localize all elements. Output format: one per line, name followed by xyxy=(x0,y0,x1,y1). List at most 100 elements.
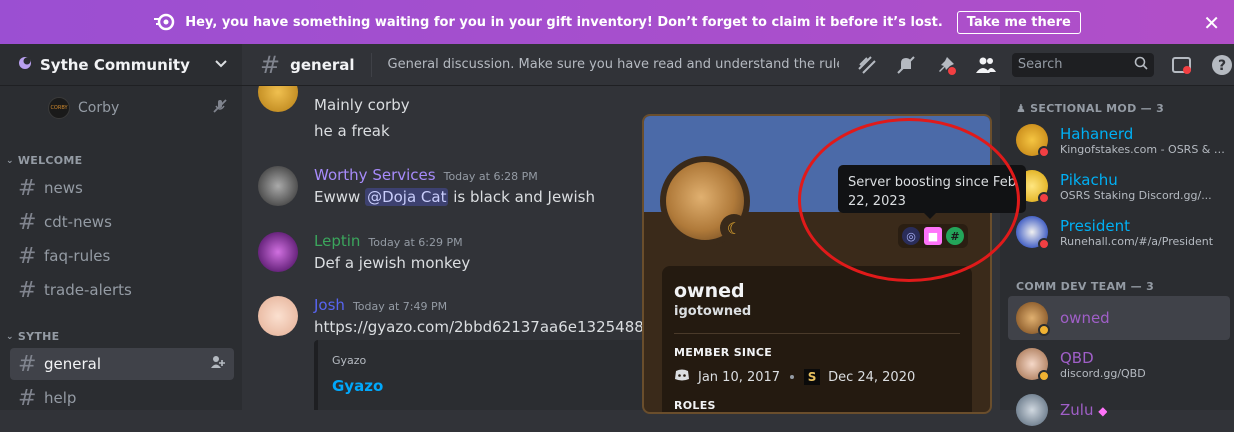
member-item[interactable]: Hahanerd Kingofstakes.com - OSRS & R... xyxy=(1008,118,1230,162)
category-welcome[interactable]: ⌄ WELCOME xyxy=(6,154,83,167)
member-name: owned xyxy=(1060,309,1110,327)
message-text: Mainly corby xyxy=(314,96,410,114)
boost-gem-icon: ◆ xyxy=(1098,404,1108,418)
hash-icon: # xyxy=(18,243,37,269)
profile-username: igotowned xyxy=(674,304,752,319)
discord-join-date: Jan 10, 2017 xyxy=(698,369,781,385)
channel-label: general xyxy=(44,355,102,373)
notification-bell-muted-icon[interactable] xyxy=(895,53,919,77)
member-list: ♟ SECTIONAL MOD — 3 Hahanerd Kingofstake… xyxy=(1000,86,1234,426)
boost-tooltip: Server boosting since Feb 22, 2023 xyxy=(838,165,1026,219)
channel-faq-rules[interactable]: # faq-rules xyxy=(10,240,234,272)
search-placeholder: Search xyxy=(1017,57,1063,72)
avatar[interactable] xyxy=(258,232,298,272)
member-name: Pikachu xyxy=(1060,170,1118,189)
member-item[interactable]: Pikachu OSRS Staking Discord.gg/... xyxy=(1008,164,1230,208)
dnd-status-icon xyxy=(1038,146,1050,158)
message-text: Def a jewish monkey xyxy=(314,254,471,272)
message-author[interactable]: Leptin xyxy=(314,232,360,250)
channel-label: trade-alerts xyxy=(44,281,132,299)
member-name: Zulu ◆ xyxy=(1060,401,1107,419)
channel-label: faq-rules xyxy=(44,247,111,265)
hash-icon: # xyxy=(18,175,37,201)
member-list-icon[interactable] xyxy=(974,53,998,77)
muted-icon xyxy=(212,98,228,118)
message-link[interactable]: https://gyazo.com/2bbd62137aa6e132548898… xyxy=(314,318,691,336)
user-mention[interactable]: @Doja Cat xyxy=(365,188,449,206)
member-item-selected[interactable]: owned xyxy=(1008,296,1230,340)
search-icon xyxy=(1134,56,1149,74)
svg-text:?: ? xyxy=(1218,58,1226,74)
hash-icon: # xyxy=(18,351,37,377)
chevron-down-icon[interactable] xyxy=(214,56,228,74)
member-since-row: Jan 10, 2017 S Dec 24, 2020 xyxy=(674,369,960,385)
roles-heading: ROLES xyxy=(674,399,716,412)
gift-banner: Hey, you have something waiting for you … xyxy=(0,0,1234,44)
close-icon[interactable]: ✕ xyxy=(1203,11,1220,35)
idle-status-icon: ☾ xyxy=(720,214,748,242)
channel-label: help xyxy=(44,389,77,407)
message-author[interactable]: Worthy Services xyxy=(314,166,436,184)
role-header-label: SECTIONAL MOD — 3 xyxy=(1030,102,1165,115)
server-header[interactable]: Sythe Community xyxy=(0,44,242,86)
hypesquad-badge-icon[interactable]: ◎ xyxy=(902,227,920,245)
avatar[interactable] xyxy=(258,166,298,206)
channel-trade-alerts[interactable]: # trade-alerts xyxy=(10,274,234,306)
help-icon[interactable]: ? xyxy=(1210,53,1234,77)
pin-icon[interactable] xyxy=(934,53,958,77)
hash-icon: # xyxy=(18,385,37,411)
member-item[interactable]: QBD discord.gg/QBD xyxy=(1008,342,1230,386)
avatar xyxy=(1016,394,1048,426)
channel-topic[interactable]: General discussion. Make sure you have r… xyxy=(388,57,839,72)
hash-icon: # xyxy=(18,277,37,303)
message-author[interactable]: Josh xyxy=(314,296,345,314)
message-text: Ewww @Doja Cat is black and Jewish xyxy=(314,188,595,206)
member-status: Kingofstakes.com - OSRS & R... xyxy=(1060,142,1228,156)
message-text-part: Ewww xyxy=(314,188,366,206)
add-user-icon[interactable] xyxy=(210,354,226,374)
avatar xyxy=(1016,124,1050,158)
profile-display-name: owned xyxy=(674,280,745,302)
voice-user-name: Corby xyxy=(78,100,120,116)
dnd-status-icon xyxy=(1038,192,1050,204)
threads-icon[interactable] xyxy=(855,53,879,77)
category-label: WELCOME xyxy=(17,154,83,167)
idle-status-icon xyxy=(1038,370,1050,382)
channel-cdt-news[interactable]: # cdt-news xyxy=(10,206,234,238)
server-boost-badge-icon[interactable]: ■ xyxy=(924,227,942,245)
channel-general[interactable]: # general xyxy=(10,348,234,380)
member-item[interactable]: Zulu ◆ xyxy=(1008,388,1230,432)
avatar[interactable] xyxy=(258,86,298,112)
channel-news[interactable]: # news xyxy=(10,172,234,204)
category-label: SYTHE xyxy=(17,330,60,343)
search-input[interactable]: Search xyxy=(1011,52,1155,77)
message: Worthy Services Today at 6:28 PM Ewww @D… xyxy=(258,166,595,206)
message-timestamp: Today at 7:49 PM xyxy=(352,300,448,313)
embed-title[interactable]: Gyazo xyxy=(332,377,640,395)
channel-sidebar: Sythe Community CORBY Corby ⌄ WELCOME # … xyxy=(0,44,242,411)
message: Josh Today at 7:49 PM https://gyazo.com/… xyxy=(258,296,691,336)
category-sythe[interactable]: ⌄ SYTHE xyxy=(6,330,59,343)
message-text: he a freak xyxy=(314,122,390,140)
chevron-down-icon: ⌄ xyxy=(6,155,14,166)
chevron-down-icon: ⌄ xyxy=(6,331,14,342)
member-name-text: Zulu xyxy=(1060,401,1094,419)
channel-help[interactable]: # help xyxy=(10,382,234,414)
discord-logo-icon xyxy=(674,369,690,385)
banner-message: Hey, you have something waiting for you … xyxy=(185,14,943,30)
message: Leptin Today at 6:29 PM Def a jewish mon… xyxy=(258,232,470,272)
avatar xyxy=(1016,216,1050,250)
hashtag-badge-icon[interactable]: # xyxy=(946,227,964,245)
voice-user[interactable]: CORBY Corby xyxy=(48,97,228,119)
avatar[interactable] xyxy=(258,296,298,336)
member-item[interactable]: President Runehall.com/#/a/President xyxy=(1008,210,1230,254)
dnd-status-icon xyxy=(1038,238,1050,250)
server-icon xyxy=(18,56,32,74)
role-header: COMM DEV TEAM — 3 xyxy=(1016,280,1154,293)
divider xyxy=(674,333,960,334)
inbox-icon[interactable] xyxy=(1170,53,1194,77)
take-me-there-button[interactable]: Take me there xyxy=(956,10,1081,34)
profile-badges: ◎ ■ # xyxy=(898,224,968,248)
member-status: Runehall.com/#/a/President xyxy=(1060,234,1214,248)
avatar xyxy=(1016,302,1050,336)
